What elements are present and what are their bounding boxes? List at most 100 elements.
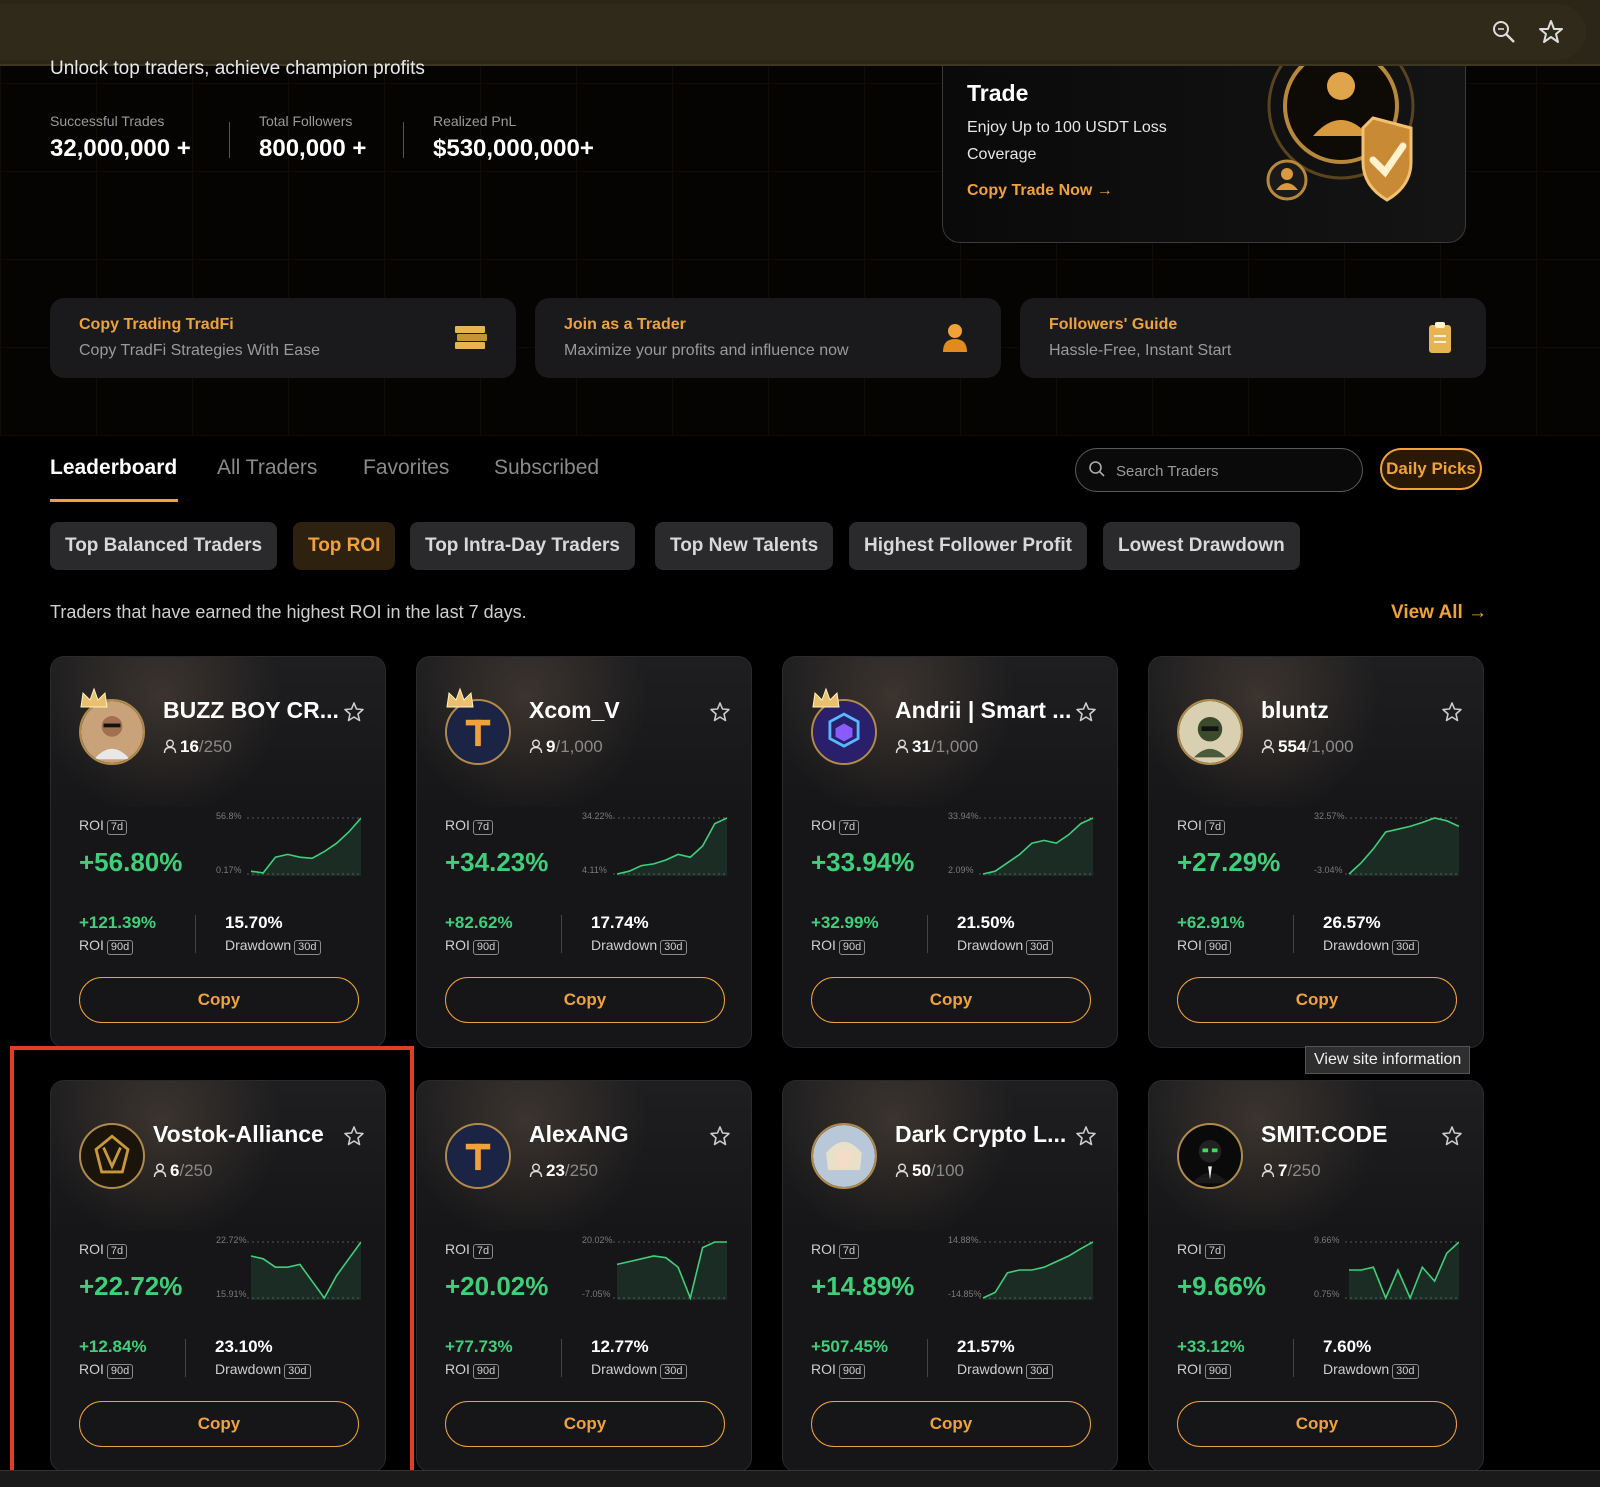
stat-realized-pnl: Realized PnL $530,000,000+ [433,113,594,163]
gold-bars-icon [455,326,487,349]
search-box[interactable] [1075,448,1363,492]
drawdown-value: 7.60% [1323,1337,1372,1356]
trader-name[interactable]: Xcom_V [529,697,620,724]
favorite-star-icon[interactable] [1441,701,1463,723]
trader-avatar[interactable] [1177,1123,1243,1189]
favorite-star-icon[interactable] [1441,1125,1463,1147]
trader-name[interactable]: SMIT:CODE [1261,1121,1388,1148]
tab-favorites[interactable]: Favorites [363,456,449,480]
roi-label-text: ROI [445,1361,470,1377]
hero-subtitle: Unlock top traders, achieve champion pro… [50,58,425,79]
search-input[interactable] [1114,457,1348,485]
copy-button[interactable]: Copy [79,977,359,1023]
filter-top-roi[interactable]: Top ROI [293,522,396,570]
quick-link-join-as-trader[interactable]: Join as a Trader Maximize your profits a… [535,298,1001,378]
trader-name[interactable]: BUZZ BOY CR... [163,697,339,724]
view-all-link[interactable]: View All → [1391,602,1487,624]
follower-capacity: /1,000 [930,737,979,756]
trader-name[interactable]: Andrii | Smart ... [895,697,1071,724]
daily-picks-button[interactable]: Daily Picks [1380,448,1482,490]
bookmark-star-icon[interactable] [1537,18,1565,46]
favorite-star-icon[interactable] [1075,1125,1097,1147]
follower-current: 50 [912,1161,931,1180]
filter-top-intra-day-traders[interactable]: Top Intra-Day Traders [410,522,635,570]
trader-card[interactable]: Xcom_V 9/1,000 ROI 7d +34.23% 34.22% 4.11… [416,656,752,1048]
filter-lowest-drawdown[interactable]: Lowest Drawdown [1103,522,1300,570]
favorite-star-icon[interactable] [709,701,731,723]
hero-section: Unlock top traders, achieve champion pro… [0,58,1600,436]
sparkline-min-label: 2.09% [948,865,974,875]
trader-name[interactable]: Dark Crypto L... [895,1121,1066,1148]
trader-card[interactable]: BUZZ BOY CR... 16/250 ROI 7d +56.80% 56.8… [50,656,386,1048]
sparkline-min-label: -14.85% [948,1289,982,1299]
trader-card[interactable]: bluntz 554/1,000 ROI 7d +27.29% 32.57% -3… [1148,656,1484,1048]
zoom-icon[interactable] [1490,18,1518,46]
copy-button[interactable]: Copy [1177,977,1457,1023]
filter-top-balanced-traders[interactable]: Top Balanced Traders [50,522,278,570]
metric-divider [561,1339,562,1377]
drawdown-label-text: Drawdown [957,1361,1024,1377]
roi-7d-label: ROI 7d [445,817,494,835]
copy-button[interactable]: Copy [811,1401,1091,1447]
trader-card[interactable]: AlexANG 23/250 ROI 7d +20.02% 20.02% -7.0… [416,1080,752,1472]
trader-avatar[interactable] [811,1123,877,1189]
drawdown-value: 17.74% [591,913,649,932]
roi-90d-value: +82.62% [445,913,513,932]
roi-7d-label: ROI 7d [811,1241,860,1259]
roi-7d-value: +14.89% [811,1271,915,1301]
drawdown-value: 26.57% [1323,913,1381,932]
bottom-edge [0,1470,1600,1487]
roi-90d-value: +507.45% [811,1337,889,1356]
metric-divider [927,915,928,953]
person-icon [529,739,543,754]
address-bar[interactable] [0,4,1586,60]
filter-top-new-talents[interactable]: Top New Talents [655,522,834,570]
quick-link-title: Followers' Guide [1049,316,1178,333]
person-icon [895,1163,909,1178]
trader-name[interactable]: AlexANG [529,1121,629,1148]
trader-avatar[interactable] [1177,699,1243,765]
tab-subscribed[interactable]: Subscribed [494,456,599,480]
shield-trader-icon [1266,66,1415,202]
leaderboard-description: Traders that have earned the highest ROI… [50,602,527,622]
filter-highest-follower-profit[interactable]: Highest Follower Profit [849,522,1087,570]
trader-card[interactable]: Andrii | Smart ... 31/1,000 ROI 7d +33.94… [782,656,1118,1048]
quick-link-followers-guide[interactable]: Followers' Guide Hassle-Free, Instant St… [1020,298,1486,378]
favorite-star-icon[interactable] [1075,701,1097,723]
roi-90d-value: +77.73% [445,1337,513,1356]
roi-label-text: ROI [811,1241,836,1257]
trader-avatar[interactable] [445,1123,511,1189]
copy-button[interactable]: Copy [445,1401,725,1447]
trader-name[interactable]: bluntz [1261,697,1329,724]
stat-label: Successful Trades [50,113,165,129]
roi-7d-value: +9.66% [1177,1271,1266,1301]
browser-toolbar [0,0,1600,66]
period-tag: 90d [1204,1364,1232,1379]
person-icon [1261,1163,1275,1178]
period-tag: 7d [106,820,128,835]
favorite-star-icon[interactable] [343,701,365,723]
period-tag: 30d [1026,1364,1053,1379]
follower-capacity: /1,000 [1306,737,1354,756]
sparkline-max-label: 9.66% [1314,1235,1340,1245]
follower-capacity: /250 [198,737,233,756]
copy-trade-now-link[interactable]: Copy Trade Now → [967,182,1113,200]
follower-count: 16/250 [163,737,232,757]
period-tag: 7d [1204,1244,1226,1259]
person-icon [529,1163,543,1178]
quick-link-subtitle: Hassle-Free, Instant Start [1049,342,1232,359]
favorite-star-icon[interactable] [709,1125,731,1147]
copy-button[interactable]: Copy [1177,1401,1457,1447]
drawdown-label: Drawdown 30d [957,937,1053,955]
tab-all-traders[interactable]: All Traders [217,456,317,480]
quick-link-copy-trading-tradfi[interactable]: Copy Trading TradFi Copy TradFi Strategi… [50,298,516,378]
copy-button[interactable]: Copy [811,977,1091,1023]
roi-label-text: ROI [445,937,470,953]
trader-card[interactable]: SMIT:CODE 7/250 ROI 7d +9.66% 9.66% 0.75%… [1148,1080,1484,1472]
follower-capacity: /100 [930,1161,965,1180]
follower-current: 554 [1278,737,1307,756]
roi-90d-label: ROI 90d [445,1361,500,1379]
trader-card[interactable]: Dark Crypto L... 50/100 ROI 7d +14.89% 14… [782,1080,1118,1472]
copy-button[interactable]: Copy [445,977,725,1023]
tab-leaderboard[interactable]: Leaderboard [50,456,177,480]
